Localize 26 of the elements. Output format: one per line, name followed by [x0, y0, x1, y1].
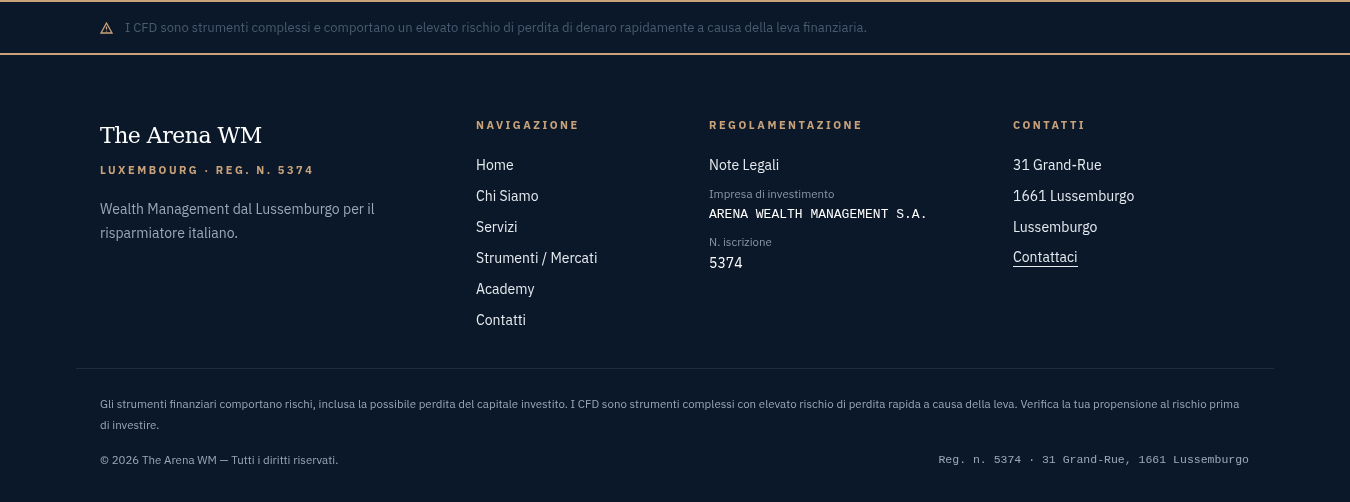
nav-link[interactable]: Home [476, 155, 709, 175]
address-line: Lussemburgo [1013, 217, 1099, 237]
copyright: © 2026 The Arena WM — Tutti i diritti riservati. [100, 451, 339, 469]
nav-link[interactable]: Note Legali [709, 155, 1013, 175]
nav-link[interactable]: Academy [476, 279, 709, 299]
field-value: ARENA WEALTH MANAGEMENT S.A. [709, 206, 929, 224]
disclaimer: Gli strumenti finanziari comportano rischi, inclusa la possibile perdita del capitale investito. I CFD sono strumenti complessi con elevato rischio di perdita rapida a causa della leva. Verifica la tua propensione al rischio prima di investire. [100, 395, 1241, 434]
column-heading: REGOLAMENTAZIONE [709, 117, 865, 133]
contact-link[interactable]: Contattaci [1013, 248, 1078, 267]
address-line: 1661 Lussemburgo [1013, 186, 1136, 206]
column-heading: CONTATTI [1013, 117, 1088, 133]
nav-link[interactable]: Contatti [476, 310, 709, 330]
nav-link[interactable]: Strumenti / Mercati [476, 248, 709, 268]
field-value: 5374 [709, 253, 744, 273]
nav-link[interactable]: Chi Siamo [476, 186, 709, 206]
brand-description: Wealth Management dal Lussemburgo per il risparmiatore italiano. [100, 198, 376, 244]
nav-link[interactable]: Servizi [476, 217, 709, 237]
field-label: Impresa di investimento [709, 186, 836, 202]
risk-warning: I CFD sono strumenti complessi e comportano un elevato rischio di perdita di denaro rapidamente a causa della leva finanziaria. [125, 17, 868, 38]
column-heading: NAVIGAZIONE [476, 117, 581, 133]
brand-name: The Arena WM [100, 122, 263, 150]
address-line: 31 Grand-Rue [1013, 155, 1103, 175]
warning-icon [100, 21, 113, 34]
brand-tagline: LUXEMBOURG · REG. N. 5374 [100, 162, 316, 179]
registration-info: Reg. n. 5374 · 31 Grand-Rue, 1661 Lussemburgo [938, 452, 1249, 468]
field-label: N. iscrizione [709, 234, 773, 250]
